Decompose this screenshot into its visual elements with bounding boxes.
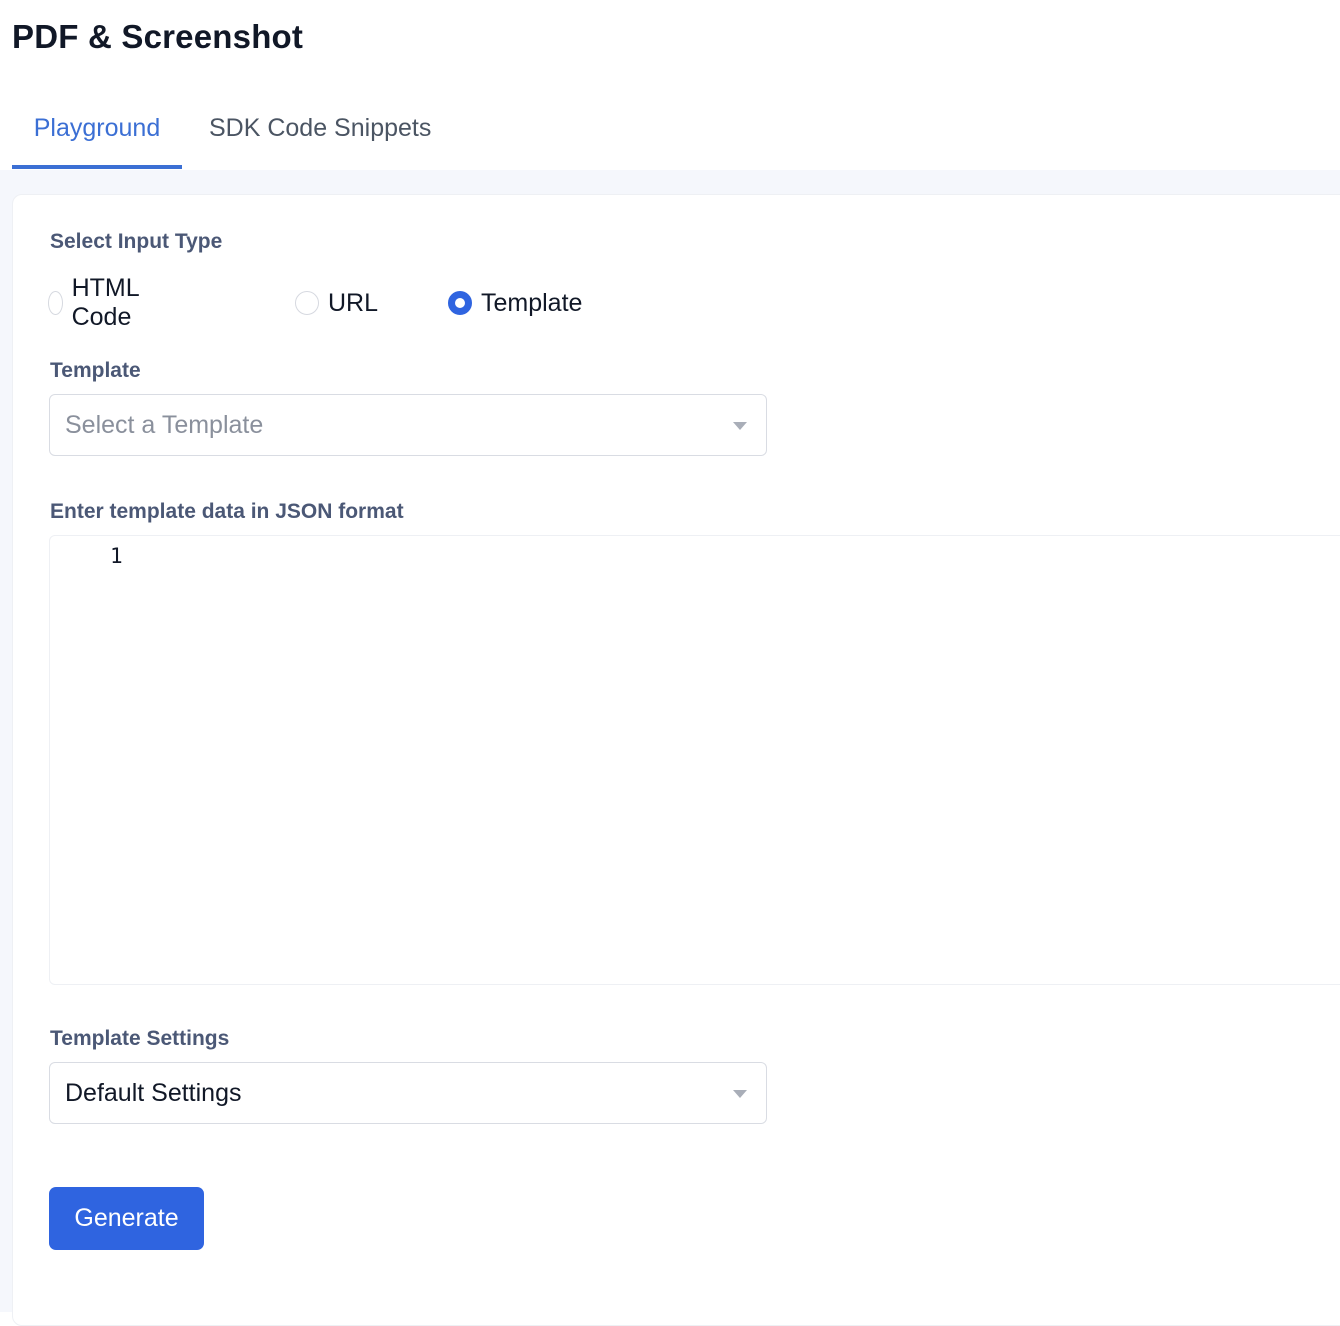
template-settings-label: Template Settings	[50, 1027, 230, 1050]
radio-template-label: Template	[481, 288, 583, 317]
radio-url[interactable]: URL	[295, 286, 378, 320]
template-data-label: Enter template data in JSON format	[50, 500, 404, 523]
radio-circle-icon[interactable]	[48, 291, 63, 315]
line-number: 1	[110, 544, 123, 568]
tab-bar: Playground SDK Code Snippets	[0, 88, 1340, 171]
template-settings-select[interactable]: Default Settings	[49, 1062, 767, 1124]
active-tab-indicator	[12, 165, 182, 169]
template-select[interactable]: Select a Template	[49, 394, 767, 456]
template-settings-value: Default Settings	[65, 1078, 242, 1107]
radio-html-code[interactable]: HTML Code	[48, 274, 148, 331]
radio-html-code-label: HTML Code	[71, 274, 139, 331]
radio-template[interactable]: Template	[448, 286, 582, 320]
page-title: PDF & Screenshot	[12, 18, 304, 55]
chevron-down-icon	[733, 422, 747, 430]
radio-circle-icon[interactable]	[295, 291, 319, 315]
radio-checked-icon[interactable]	[448, 291, 472, 315]
input-type-label: Select Input Type	[50, 230, 223, 253]
radio-url-label: URL	[328, 288, 379, 317]
tab-sdk-code-snippets[interactable]: SDK Code Snippets	[209, 88, 431, 168]
json-editor[interactable]: 1	[49, 535, 1340, 985]
tab-playground[interactable]: Playground	[12, 88, 182, 168]
template-label: Template	[50, 359, 141, 382]
generate-button[interactable]: Generate	[49, 1187, 204, 1250]
chevron-down-icon	[733, 1090, 747, 1098]
template-select-placeholder: Select a Template	[65, 410, 264, 439]
